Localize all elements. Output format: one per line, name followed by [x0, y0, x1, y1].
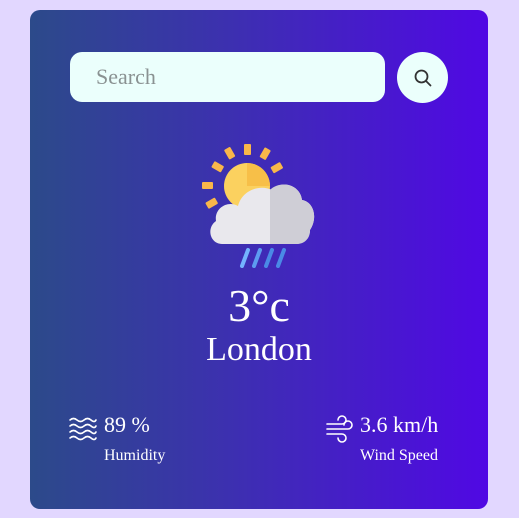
search-box[interactable] [70, 52, 385, 102]
partly-cloudy-rain-icon [202, 144, 315, 268]
humidity-waves-icon [69, 417, 97, 441]
humidity-label: Humidity [104, 447, 166, 464]
wind-speed-label: Wind Speed [360, 447, 439, 464]
weather-card: 3°c London 89 % Humidity 3.6 km/h Win [30, 10, 488, 509]
wind-icon [326, 415, 353, 443]
search-input[interactable] [94, 63, 361, 91]
search-icon [414, 69, 431, 86]
humidity-stat: 89 % Humidity [68, 412, 165, 466]
temperature: 3°c [228, 280, 290, 331]
wind-stat: 3.6 km/h Wind Speed [324, 412, 438, 466]
city-name: London [206, 331, 312, 368]
search-button[interactable] [397, 52, 448, 103]
humidity-value: 89 % [104, 412, 150, 437]
wind-speed-value: 3.6 km/h [360, 412, 439, 437]
